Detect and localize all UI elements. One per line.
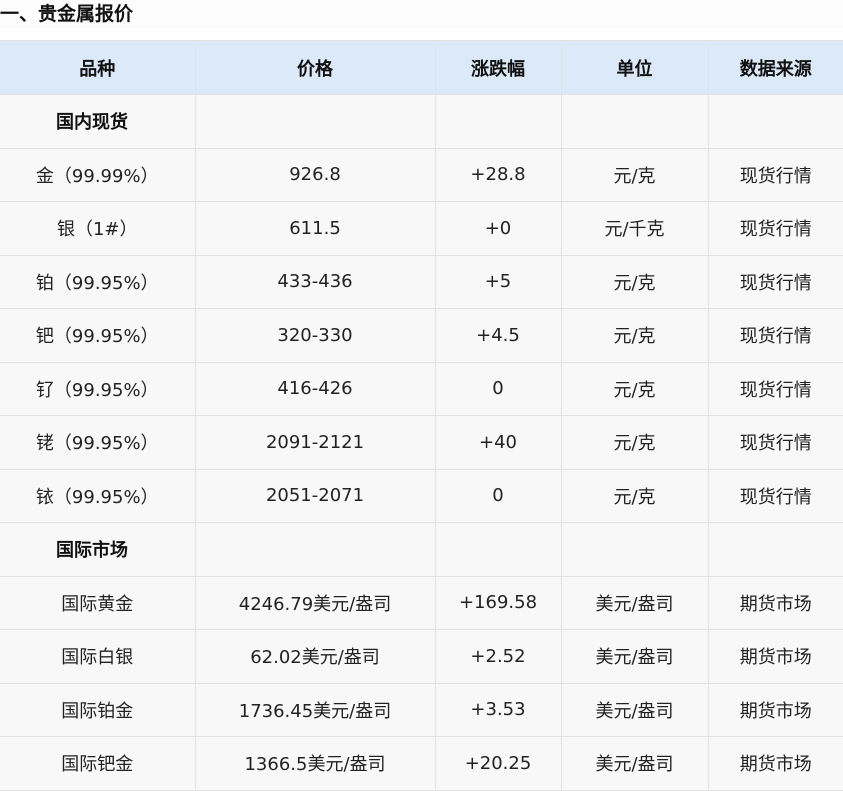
cell-change: 0 <box>434 361 562 416</box>
header-price: 价格 <box>194 40 436 95</box>
cell-variety: 国际铂金 <box>0 682 196 737</box>
cell-change: +40 <box>434 415 562 470</box>
cell-source: 期货市场 <box>707 736 843 791</box>
empty-cell <box>707 522 843 577</box>
cell-variety: 金（99.99%） <box>0 147 196 202</box>
cell-price: 611.5 <box>194 201 436 256</box>
cell-source: 现货行情 <box>707 254 843 309</box>
cell-source: 期货市场 <box>707 682 843 737</box>
section-title: 一、贵金属报价 <box>0 0 843 28</box>
group-row: 国内现货 <box>0 94 843 149</box>
cell-price: 416-426 <box>194 361 436 416</box>
group-label: 国际市场 <box>0 522 196 577</box>
group-row: 国际市场 <box>0 522 843 577</box>
cell-change: +169.58 <box>434 575 562 630</box>
cell-price: 926.8 <box>194 147 436 202</box>
empty-cell <box>560 94 709 149</box>
cell-variety: 钯（99.95%） <box>0 308 196 363</box>
cell-source: 现货行情 <box>707 361 843 416</box>
cell-variety: 国际黄金 <box>0 575 196 630</box>
cell-unit: 美元/盎司 <box>560 629 709 684</box>
cell-price: 2091-2121 <box>194 415 436 470</box>
cell-source: 期货市场 <box>707 575 843 630</box>
cell-variety: 银（1#） <box>0 201 196 256</box>
header-unit: 单位 <box>560 40 709 95</box>
cell-change: +2.52 <box>434 629 562 684</box>
cell-change: +28.8 <box>434 147 562 202</box>
cell-price: 1366.5美元/盎司 <box>194 736 436 791</box>
table-row: 银（1#） 611.5 +0 元/千克 现货行情 <box>0 201 843 256</box>
table-header: 品种 价格 涨跌幅 单位 数据来源 <box>0 40 843 95</box>
cell-source: 现货行情 <box>707 201 843 256</box>
cell-variety: 铂（99.95%） <box>0 254 196 309</box>
table-row: 铱（99.95%） 2051-2071 0 元/克 现货行情 <box>0 468 843 523</box>
cell-source: 现货行情 <box>707 308 843 363</box>
cell-change: +20.25 <box>434 736 562 791</box>
cell-source: 现货行情 <box>707 415 843 470</box>
cell-source: 期货市场 <box>707 629 843 684</box>
header-variety: 品种 <box>0 40 196 95</box>
cell-variety: 国际白银 <box>0 629 196 684</box>
group-label: 国内现货 <box>0 94 196 149</box>
header-source: 数据来源 <box>707 40 843 95</box>
cell-variety: 钌（99.95%） <box>0 361 196 416</box>
empty-cell <box>434 522 562 577</box>
empty-cell <box>194 522 436 577</box>
cell-unit: 元/克 <box>560 468 709 523</box>
cell-variety: 铑（99.95%） <box>0 415 196 470</box>
table-row: 金（99.99%） 926.8 +28.8 元/克 现货行情 <box>0 147 843 202</box>
empty-cell <box>194 94 436 149</box>
cell-change: +0 <box>434 201 562 256</box>
cell-change: +3.53 <box>434 682 562 737</box>
cell-unit: 美元/盎司 <box>560 575 709 630</box>
cell-unit: 元/克 <box>560 415 709 470</box>
cell-variety: 国际钯金 <box>0 736 196 791</box>
cell-unit: 元/克 <box>560 147 709 202</box>
table-row: 国际白银 62.02美元/盎司 +2.52 美元/盎司 期货市场 <box>0 629 843 684</box>
cell-change: +4.5 <box>434 308 562 363</box>
table-row: 国际黄金 4246.79美元/盎司 +169.58 美元/盎司 期货市场 <box>0 575 843 630</box>
cell-unit: 元/千克 <box>560 201 709 256</box>
empty-cell <box>560 522 709 577</box>
cell-price: 433-436 <box>194 254 436 309</box>
cell-unit: 元/克 <box>560 308 709 363</box>
cell-unit: 元/克 <box>560 361 709 416</box>
cell-change: 0 <box>434 468 562 523</box>
table-row: 铑（99.95%） 2091-2121 +40 元/克 现货行情 <box>0 415 843 470</box>
cell-change: +5 <box>434 254 562 309</box>
cell-price: 4246.79美元/盎司 <box>194 575 436 630</box>
cell-price: 2051-2071 <box>194 468 436 523</box>
cell-source: 现货行情 <box>707 147 843 202</box>
precious-metals-table: 品种 价格 涨跌幅 单位 数据来源 国内现货 金（99.99%） 926.8 +28.… <box>0 40 843 791</box>
cell-unit: 元/克 <box>560 254 709 309</box>
header-row: 品种 价格 涨跌幅 单位 数据来源 <box>0 40 843 95</box>
cell-unit: 美元/盎司 <box>560 736 709 791</box>
cell-price: 62.02美元/盎司 <box>194 629 436 684</box>
table-row: 钌（99.95%） 416-426 0 元/克 现货行情 <box>0 361 843 416</box>
cell-variety: 铱（99.95%） <box>0 468 196 523</box>
table-body: 国内现货 金（99.99%） 926.8 +28.8 元/克 现货行情 银（1#） 611.5… <box>0 94 843 791</box>
cell-unit: 美元/盎司 <box>560 682 709 737</box>
table-row: 国际钯金 1366.5美元/盎司 +20.25 美元/盎司 期货市场 <box>0 736 843 791</box>
cell-price: 1736.45美元/盎司 <box>194 682 436 737</box>
empty-cell <box>707 94 843 149</box>
header-change: 涨跌幅 <box>434 40 562 95</box>
table-row: 钯（99.95%） 320-330 +4.5 元/克 现货行情 <box>0 308 843 363</box>
empty-cell <box>434 94 562 149</box>
table-row: 国际铂金 1736.45美元/盎司 +3.53 美元/盎司 期货市场 <box>0 682 843 737</box>
cell-price: 320-330 <box>194 308 436 363</box>
cell-source: 现货行情 <box>707 468 843 523</box>
table-row: 铂（99.95%） 433-436 +5 元/克 现货行情 <box>0 254 843 309</box>
